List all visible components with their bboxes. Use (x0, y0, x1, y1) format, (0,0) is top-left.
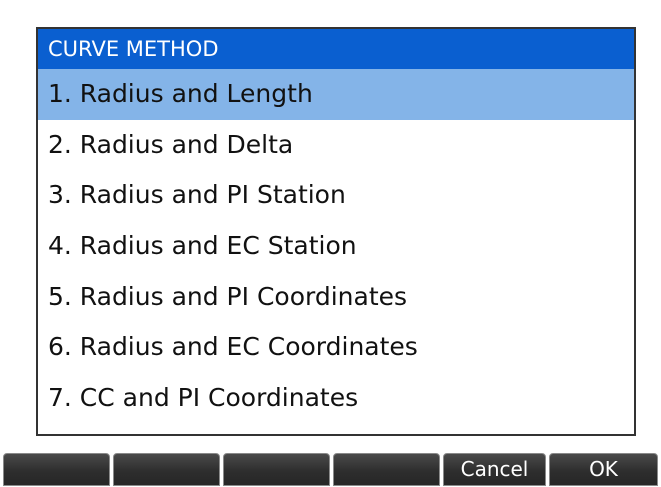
calculator-screen: CURVE METHOD 1. Radius and Length 2. Rad… (0, 0, 661, 487)
menu-item-cc-and-pi-coordinates[interactable]: 7. CC and PI Coordinates (38, 373, 634, 424)
menu-item-radius-and-length[interactable]: 1. Radius and Length (38, 69, 634, 120)
softkey-bar: Cancel OK (0, 450, 661, 487)
menu-item-radius-and-pi-coordinates[interactable]: 5. Radius and PI Coordinates (38, 272, 634, 323)
menu-item-radius-and-ec-station[interactable]: 4. Radius and EC Station (38, 221, 634, 272)
curve-method-list: 1. Radius and Length 2. Radius and Delta… (38, 69, 634, 424)
softkey-3[interactable] (223, 453, 330, 486)
dialog-title: CURVE METHOD (38, 29, 634, 69)
menu-item-radius-and-ec-coordinates[interactable]: 6. Radius and EC Coordinates (38, 322, 634, 373)
softkey-2[interactable] (113, 453, 220, 486)
cancel-button[interactable]: Cancel (443, 453, 546, 486)
ok-button[interactable]: OK (549, 453, 658, 486)
menu-item-radius-and-pi-station[interactable]: 3. Radius and PI Station (38, 170, 634, 221)
softkey-1[interactable] (3, 453, 110, 486)
softkey-4[interactable] (333, 453, 440, 486)
curve-method-dialog: CURVE METHOD 1. Radius and Length 2. Rad… (36, 27, 636, 436)
menu-item-radius-and-delta[interactable]: 2. Radius and Delta (38, 120, 634, 171)
